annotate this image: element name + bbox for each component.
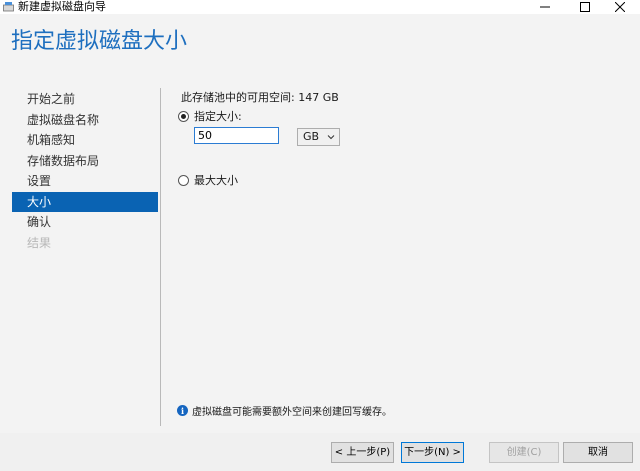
size-input[interactable]: 50 (194, 127, 279, 144)
nav-item-storage-layout[interactable]: 存储数据布局 (12, 151, 158, 172)
maximize-icon (580, 2, 590, 12)
close-icon (615, 2, 625, 12)
disk-wizard-icon (3, 1, 14, 12)
footer-bar: < 上一步(P) 下一步(N) > 创建(C) 取消 (0, 433, 640, 471)
vertical-divider (160, 88, 161, 426)
nav-item-before-you-begin[interactable]: 开始之前 (12, 89, 158, 110)
nav-item-settings[interactable]: 设置 (12, 171, 158, 192)
nav-item-enclosure-awareness[interactable]: 机箱感知 (12, 130, 158, 151)
unit-selected-value: GB (303, 130, 320, 143)
next-button[interactable]: 下一步(N) > (401, 442, 464, 463)
cancel-button[interactable]: 取消 (563, 442, 633, 463)
nav-item-results: 结果 (27, 235, 52, 250)
info-note-text: 虚拟磁盘可能需要额外空间来创建回写缓存。 (192, 407, 392, 418)
max-size-radio-row[interactable]: 最大大小 (178, 172, 238, 188)
info-note: i 虚拟磁盘可能需要额外空间来创建回写缓存。 (177, 403, 392, 418)
nav-item-size[interactable]: 大小 (12, 191, 158, 212)
available-space-text: 此存储池中的可用空间: 147 GB (181, 91, 339, 104)
max-size-radio[interactable] (178, 174, 189, 186)
create-button: 创建(C) (489, 442, 559, 463)
nav-item-disk-name[interactable]: 虚拟磁盘名称 (12, 110, 158, 131)
close-button[interactable] (600, 0, 640, 14)
minimize-button[interactable] (525, 0, 565, 14)
size-panel: 此存储池中的可用空间: 147 GB 指定大小: 50 GB 最大大小 i 虚拟… (176, 78, 626, 433)
specify-size-radio[interactable] (178, 110, 189, 122)
specify-size-radio-row[interactable]: 指定大小: (178, 108, 242, 124)
specify-size-label: 指定大小: (194, 110, 242, 123)
info-icon: i (177, 405, 188, 416)
minimize-icon (540, 6, 550, 8)
window-title: 新建虚拟磁盘向导 (18, 0, 106, 13)
maximize-button[interactable] (565, 0, 605, 14)
nav-item-confirmation[interactable]: 确认 (12, 212, 158, 233)
wizard-body: 开始之前 虚拟磁盘名称 机箱感知 存储数据布局 设置 大小 确认 结果 此存储池… (0, 78, 640, 433)
wizard-steps-nav: 开始之前 虚拟磁盘名称 机箱感知 存储数据布局 设置 大小 确认 结果 (12, 89, 158, 253)
previous-button[interactable]: < 上一步(P) (331, 442, 394, 463)
unit-dropdown[interactable]: GB (297, 128, 340, 146)
title-bar: 新建虚拟磁盘向导 (0, 0, 640, 14)
chevron-down-icon (327, 135, 335, 140)
max-size-label: 最大大小 (194, 174, 238, 187)
page-title: 指定虚拟磁盘大小 (11, 29, 188, 54)
